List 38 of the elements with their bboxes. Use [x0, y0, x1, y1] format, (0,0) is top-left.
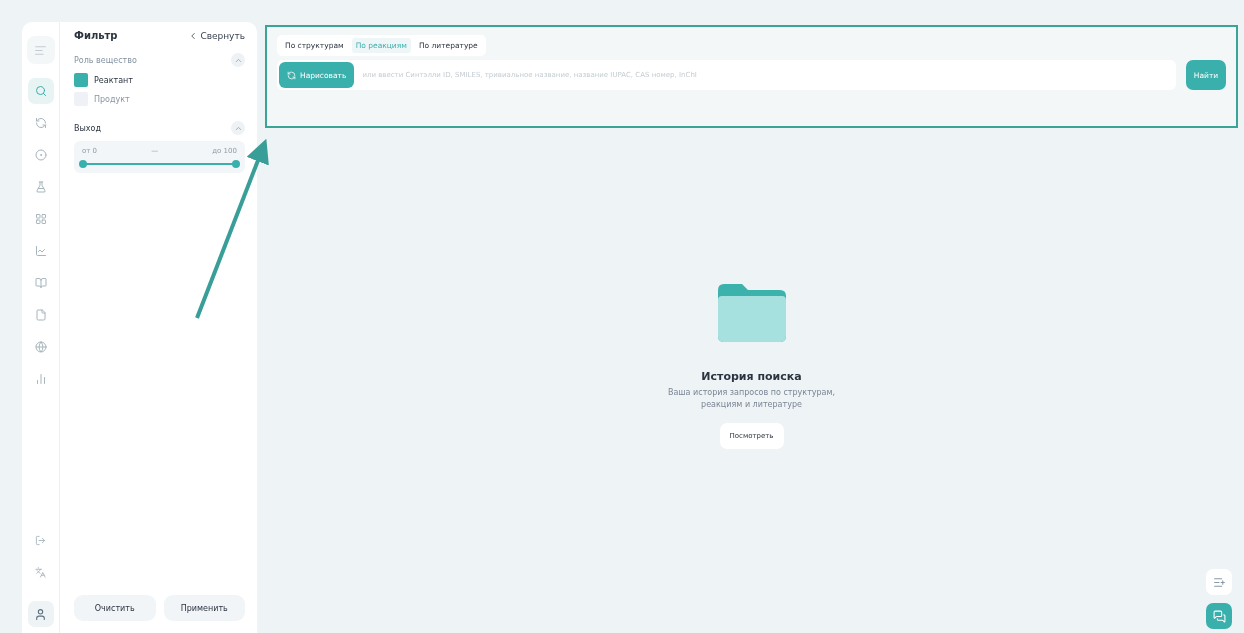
search-icon: [34, 85, 47, 97]
menu-button[interactable]: [26, 36, 55, 64]
flask-icon: [34, 181, 47, 193]
add-list-button[interactable]: [1206, 569, 1232, 595]
clear-button[interactable]: Очистить: [74, 595, 156, 621]
logout-icon: [35, 534, 46, 546]
chat-icon: [1212, 609, 1226, 623]
user-icon: [34, 607, 47, 621]
chevron-button[interactable]: [231, 121, 245, 135]
ring-icon: [34, 149, 47, 161]
chat-button[interactable]: [1206, 603, 1232, 629]
menu-icon: [34, 43, 47, 57]
slider-thumb[interactable]: [232, 160, 240, 168]
checkbox-label: Продукт: [94, 94, 130, 104]
translate-icon: [35, 566, 46, 578]
book-icon: [34, 277, 47, 289]
bar-chart-icon: [34, 373, 47, 385]
grid-icon: [34, 213, 47, 225]
user-avatar[interactable]: [27, 601, 54, 627]
list-plus-icon: [1212, 575, 1226, 589]
refresh-icon: [287, 70, 296, 80]
slider-thumb[interactable]: [79, 160, 87, 168]
file-icon: [34, 309, 47, 321]
globe-icon: [34, 341, 47, 353]
checkbox-label: Реактант: [94, 75, 133, 85]
folder-icon: [717, 284, 786, 342]
filter-title: Фильтр: [74, 30, 118, 41]
section-title: Выход: [74, 123, 101, 133]
nav-item[interactable]: [27, 78, 54, 104]
apply-button[interactable]: Применить: [163, 595, 245, 621]
history-title: История поиска: [701, 370, 802, 383]
collapse-link[interactable]: Свернуть: [188, 30, 245, 41]
history-description: Ваша история запросов по структурам, реакциям и литературе: [666, 387, 837, 411]
section-title: Роль вещество: [74, 55, 137, 65]
line-chart-icon: [34, 245, 47, 257]
refresh-icon: [34, 117, 47, 129]
checkbox[interactable]: [74, 73, 88, 87]
chevron-button[interactable]: [231, 53, 245, 67]
